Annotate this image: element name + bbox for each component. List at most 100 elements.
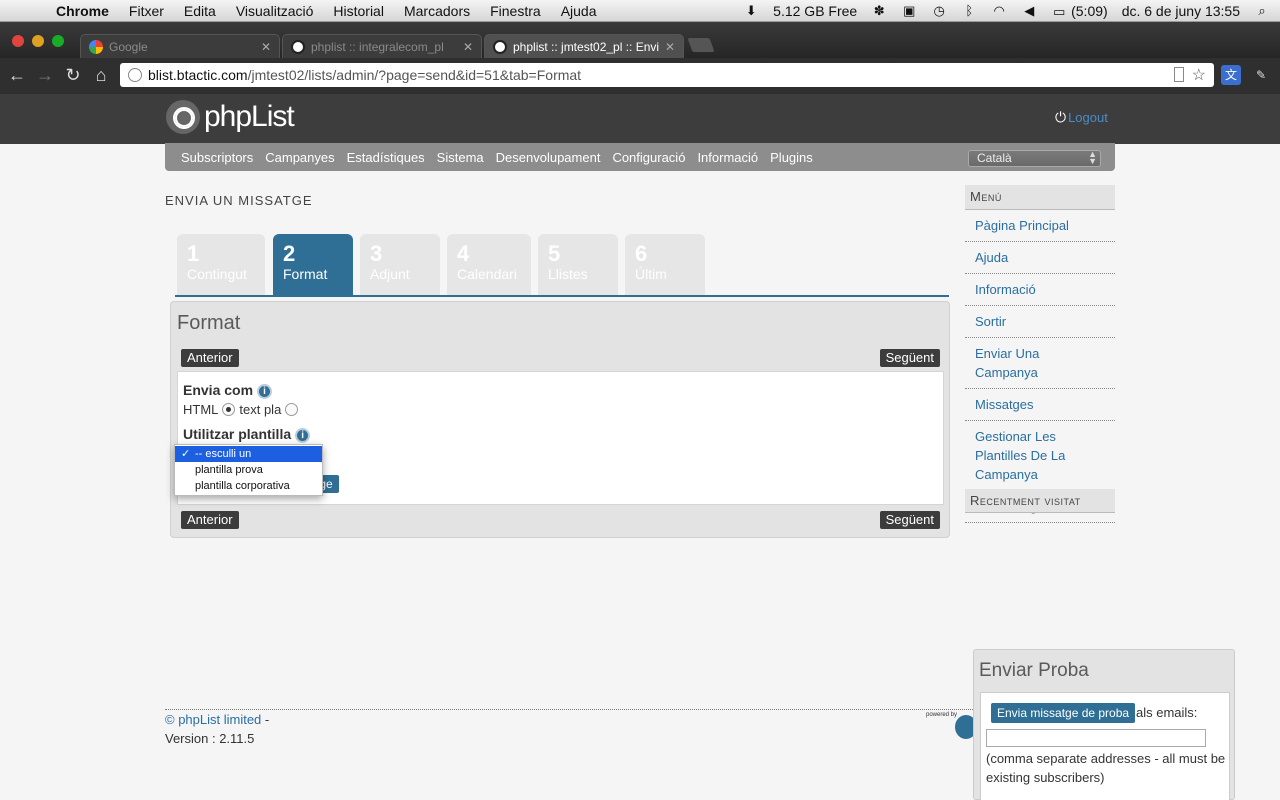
side-menu-item[interactable]: Enviar Una Campanya: [965, 338, 1115, 389]
tab-phplist-jmtest02[interactable]: phplist :: jmtest02_pl :: Envi ✕: [484, 34, 684, 58]
phplist-limited-link[interactable]: © phpList limited: [165, 712, 261, 727]
step-number: 3: [370, 241, 383, 266]
test-send-title: Enviar Proba: [979, 660, 1089, 681]
next-button-top[interactable]: Següent: [879, 349, 940, 367]
bluetooth-icon[interactable]: ᛒ: [961, 4, 977, 18]
template-option[interactable]: plantilla prova: [175, 462, 322, 478]
template-dropdown-list[interactable]: ✓ -- esculli un plantilla prova plantill…: [174, 444, 323, 496]
tab-google[interactable]: Google ✕: [80, 34, 280, 58]
download-status-icon[interactable]: ⬇: [743, 4, 759, 18]
tab-step-calendari[interactable]: 4 Calendari: [447, 234, 531, 295]
html-option-label: HTML: [183, 402, 219, 417]
spotlight-search-icon[interactable]: ⌕: [1254, 4, 1270, 18]
template-option-selected[interactable]: ✓ -- esculli un: [175, 446, 322, 462]
checkmark-icon: ✓: [181, 448, 191, 460]
html-radio[interactable]: [222, 403, 236, 416]
step-number: 1: [187, 241, 200, 266]
phplist-logo-icon: [166, 100, 200, 134]
volume-icon[interactable]: ◀: [1021, 4, 1037, 18]
text-radio[interactable]: [285, 403, 299, 416]
menu-marcadors[interactable]: Marcadors: [404, 3, 470, 19]
side-menu-item[interactable]: Informació: [965, 274, 1115, 306]
tab-phplist-integralecom[interactable]: phplist :: integralecom_pl ✕: [282, 34, 482, 58]
forward-arrow-icon[interactable]: →: [34, 64, 56, 86]
close-tab-icon[interactable]: ✕: [463, 40, 473, 54]
step-label: Últim: [635, 266, 667, 282]
paw-icon[interactable]: ✽: [871, 4, 887, 18]
tab-step-adjunt[interactable]: 3 Adjunt: [360, 234, 440, 295]
info-icon[interactable]: i: [257, 383, 273, 399]
footer-divider: [165, 709, 973, 710]
free-space-indicator[interactable]: 5.12 GB Free: [773, 3, 857, 19]
nav-sistema[interactable]: Sistema: [437, 150, 484, 165]
translate-extension-icon[interactable]: 文: [1221, 65, 1241, 85]
side-menu-item[interactable]: Sortir: [965, 306, 1115, 338]
template-label: Utilitzar plantilla i: [183, 426, 311, 443]
menu-app-chrome[interactable]: Chrome: [56, 3, 109, 19]
nav-subscriptors[interactable]: Subscriptors: [181, 150, 253, 165]
powered-by-badge[interactable]: powered by: [926, 712, 977, 740]
nav-informacio[interactable]: Informació: [697, 150, 758, 165]
wrench-menu-icon[interactable]: ✎: [1251, 65, 1271, 85]
step-number: 5: [548, 241, 561, 266]
nav-desenvolupament[interactable]: Desenvolupament: [496, 150, 601, 165]
info-icon[interactable]: i: [295, 427, 311, 443]
bookmark-star-icon[interactable]: ☆: [1192, 65, 1206, 85]
language-select[interactable]: Català ▲ ▼: [968, 150, 1101, 167]
page-action-icon[interactable]: [1174, 67, 1184, 82]
zoom-window-button[interactable]: [52, 35, 64, 47]
menu-historial[interactable]: Historial: [333, 3, 384, 19]
display-icon[interactable]: ▣: [901, 4, 917, 18]
test-emails-input[interactable]: [986, 729, 1206, 747]
reload-icon[interactable]: ↻: [62, 64, 84, 86]
previous-button-bottom[interactable]: Anterior: [181, 511, 239, 529]
option-label: -- esculli un: [195, 448, 252, 460]
menu-edita[interactable]: Edita: [184, 3, 216, 19]
powered-by-text: powered by: [926, 712, 958, 718]
send-test-button[interactable]: Envia missatge de proba: [991, 703, 1136, 723]
next-button-bottom[interactable]: Següent: [879, 511, 940, 529]
select-arrows-icon: ▲ ▼: [1088, 149, 1097, 166]
menu-visualitzacio[interactable]: Visualització: [236, 3, 314, 19]
language-value: Català: [977, 151, 1012, 165]
tab-step-ultim[interactable]: 6 Últim: [625, 234, 705, 295]
battery-time: (5:09): [1071, 3, 1108, 19]
back-arrow-icon[interactable]: ←: [6, 64, 28, 86]
clock[interactable]: dc. 6 de juny 13:55: [1122, 3, 1240, 19]
browser-toolbar: ← → ↻ ⌂ blist.btactic.com/jmtest02/lists…: [0, 58, 1280, 94]
tab-step-llistes[interactable]: 5 Llistes: [538, 234, 618, 295]
logout-link[interactable]: ⏻ Logout: [1055, 109, 1108, 126]
template-text: Utilitzar plantilla: [183, 426, 292, 442]
time-machine-icon[interactable]: ◷: [931, 4, 947, 18]
previous-button-top[interactable]: Anterior: [181, 349, 239, 367]
nav-plugins[interactable]: Plugins: [770, 150, 813, 165]
nav-campanyes[interactable]: Campanyes: [265, 150, 334, 165]
menu-fitxer[interactable]: Fitxer: [129, 3, 164, 19]
phplist-favicon-icon: [291, 39, 305, 54]
template-option[interactable]: plantilla corporativa: [175, 478, 322, 494]
new-tab-button[interactable]: [687, 38, 715, 52]
nav-estadistiques[interactable]: Estadístiques: [347, 150, 425, 165]
minimize-window-button[interactable]: [32, 35, 44, 47]
tab-step-format[interactable]: 2 Format: [273, 234, 353, 295]
close-tab-icon[interactable]: ✕: [665, 40, 675, 54]
tab-step-contingut[interactable]: 1 Contingut: [177, 234, 265, 295]
close-tab-icon[interactable]: ✕: [261, 40, 271, 54]
battery-status[interactable]: ▭ (5:09): [1051, 3, 1108, 19]
address-bar[interactable]: blist.btactic.com/jmtest02/lists/admin/?…: [120, 63, 1214, 87]
side-menu-item[interactable]: Pàgina Principal: [965, 210, 1115, 242]
menu-ajuda[interactable]: Ajuda: [561, 3, 597, 19]
power-icon: ⏻: [1055, 109, 1067, 125]
close-window-button[interactable]: [12, 35, 24, 47]
step-number: 4: [457, 241, 470, 266]
side-menu-item[interactable]: Gestionar Les Plantilles De La Campanya: [965, 421, 1115, 491]
test-emails-label: als emails:: [1136, 705, 1198, 720]
home-icon[interactable]: ⌂: [90, 64, 112, 86]
side-menu-item[interactable]: Ajuda: [965, 242, 1115, 274]
side-menu-item[interactable]: Missatges: [965, 389, 1115, 421]
wifi-icon[interactable]: ◠: [991, 4, 1007, 18]
logo-text: phpList: [204, 100, 295, 133]
menu-finestra[interactable]: Finestra: [490, 3, 541, 19]
phplist-logo[interactable]: phpList: [166, 100, 295, 134]
nav-configuracio[interactable]: Configuració: [612, 150, 685, 165]
